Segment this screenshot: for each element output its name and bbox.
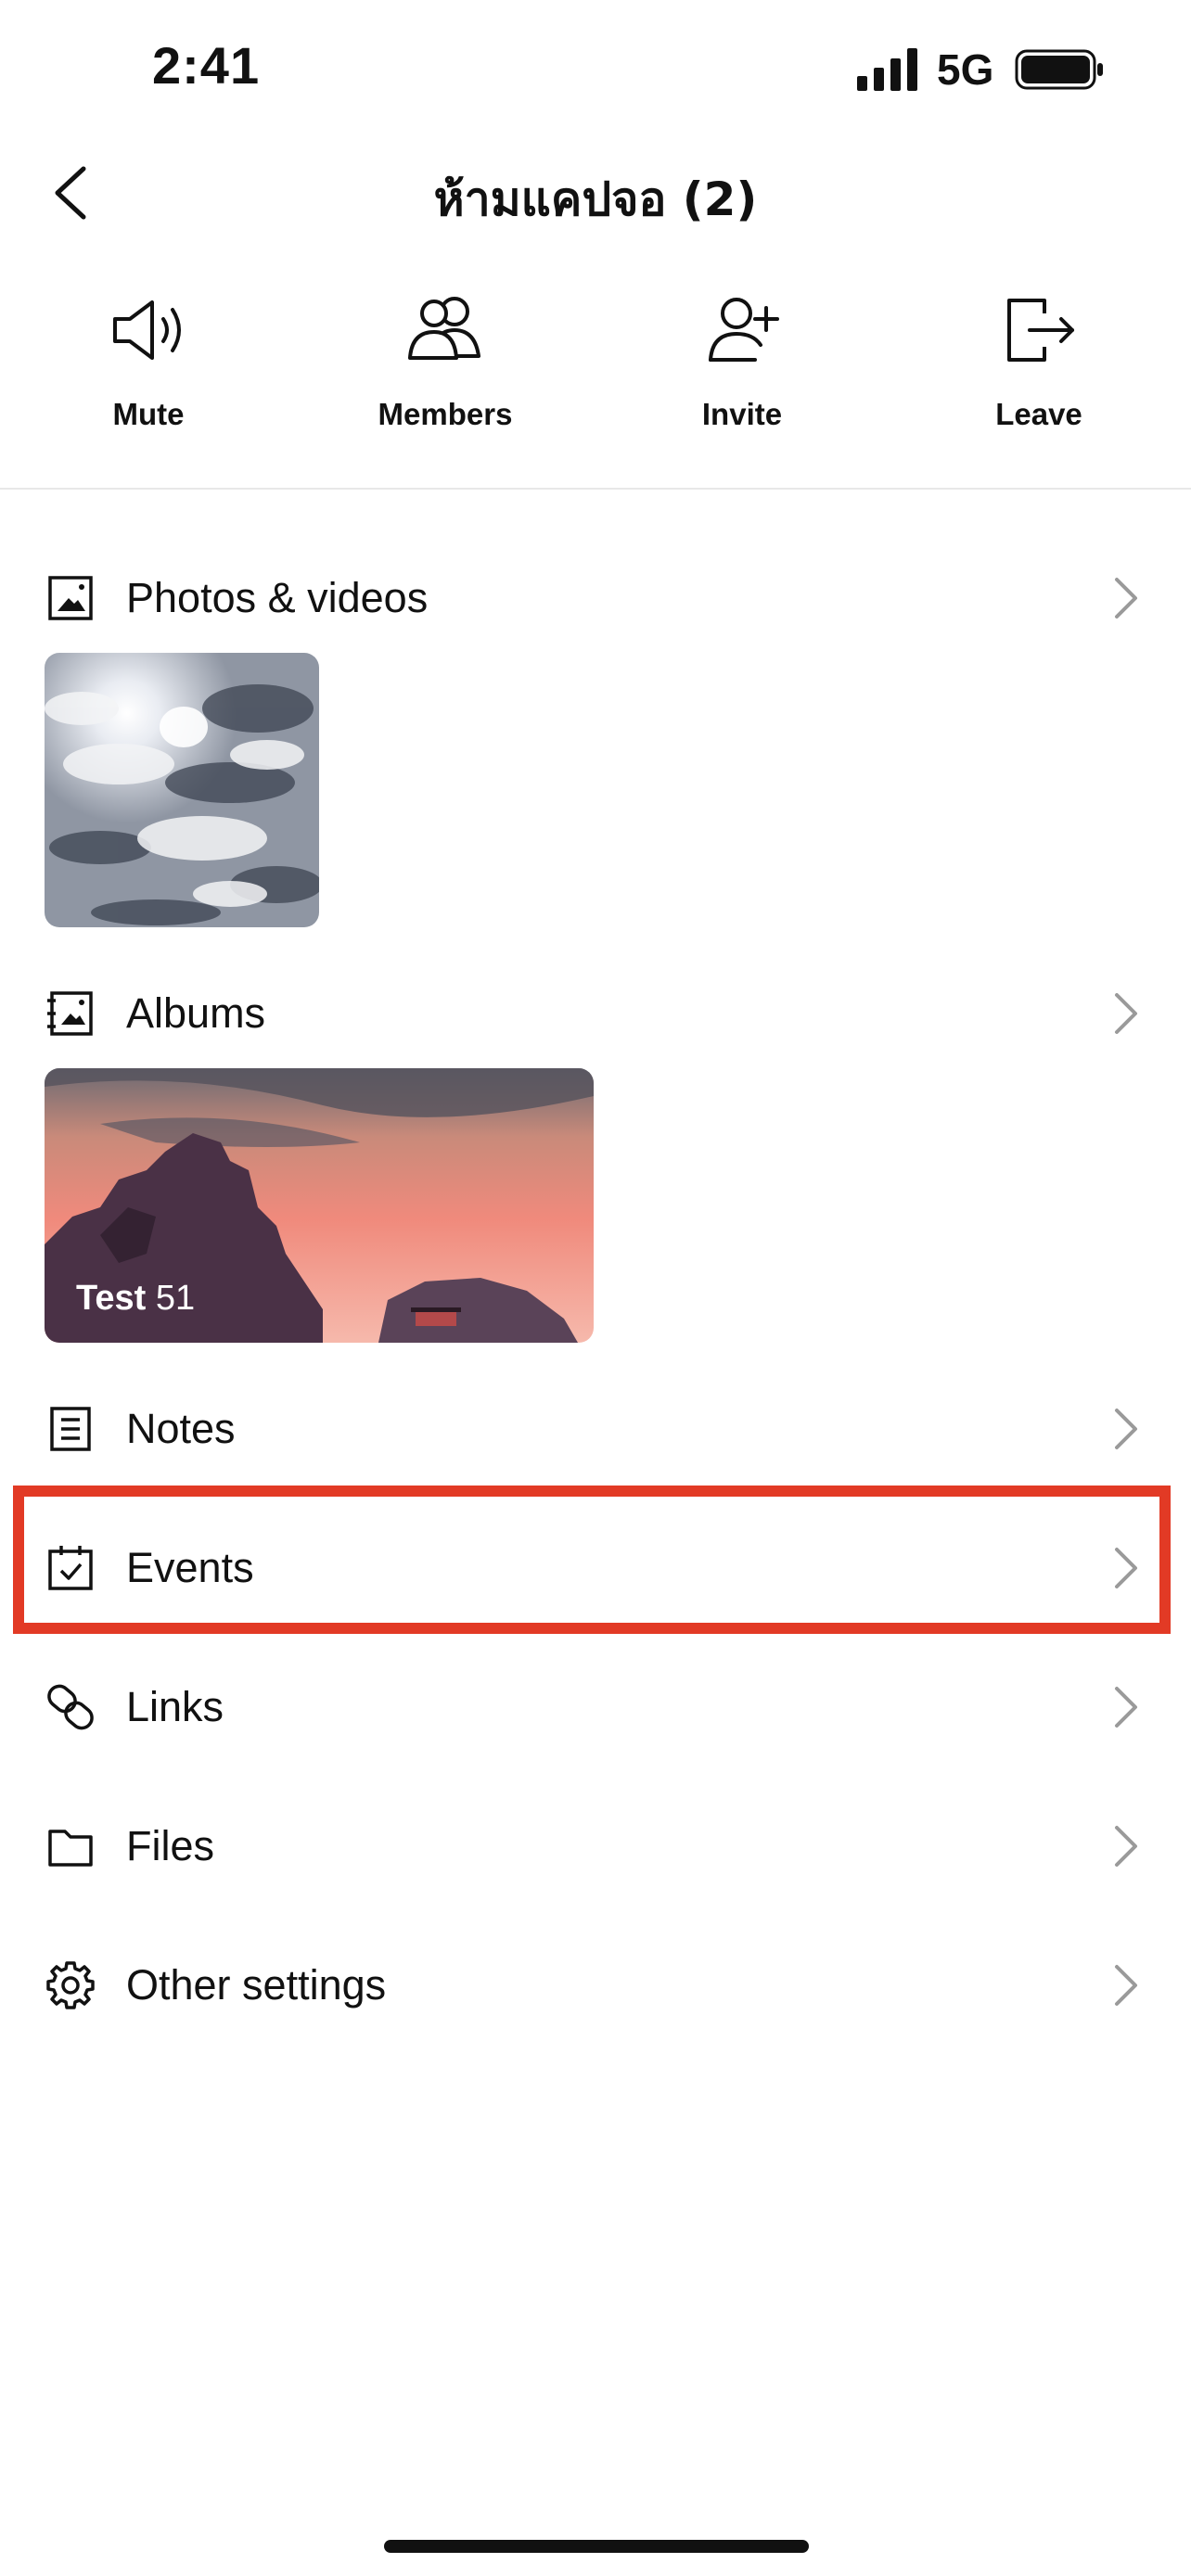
photos-videos-label: Photos & videos xyxy=(126,574,429,621)
album-count: 51 xyxy=(155,1279,196,1318)
leave-icon xyxy=(1007,299,1074,362)
note-icon xyxy=(50,1407,91,1451)
links-label: Links xyxy=(126,1683,224,1730)
signal-icon xyxy=(857,48,917,91)
members-label: Members xyxy=(378,397,513,431)
members-button[interactable]: Members xyxy=(297,287,594,432)
album-name: Test xyxy=(76,1279,147,1318)
album-caption: Test 51 xyxy=(76,1279,195,1319)
invite-button[interactable]: Invite xyxy=(594,287,890,432)
members-icon xyxy=(408,297,480,360)
albums-label: Albums xyxy=(126,989,266,1037)
files-label: Files xyxy=(126,1822,215,1869)
chevron-right-icon xyxy=(1115,578,1137,618)
network-label: 5G xyxy=(937,45,994,94)
albums-row[interactable]: Albums xyxy=(0,944,1191,1083)
cloud-sky-image xyxy=(45,653,319,927)
link-icon xyxy=(47,1684,94,1730)
other-settings-label: Other settings xyxy=(126,1961,387,2009)
notes-row[interactable]: Notes xyxy=(0,1359,1191,1498)
photos-videos-row[interactable]: Photos & videos xyxy=(0,529,1191,668)
chevron-right-icon xyxy=(1115,993,1137,1034)
add-person-icon xyxy=(709,298,779,362)
header-divider xyxy=(0,488,1191,490)
leave-label: Leave xyxy=(995,397,1082,431)
notes-label: Notes xyxy=(126,1405,236,1452)
page-title: ห้ามแคปจอ (2) xyxy=(433,172,758,226)
chevron-right-icon xyxy=(1115,1687,1137,1728)
chevron-right-icon xyxy=(1115,1409,1137,1449)
chevron-right-icon xyxy=(1115,1826,1137,1867)
other-settings-row[interactable]: Other settings xyxy=(0,1916,1191,2055)
chevron-right-icon xyxy=(1115,1965,1137,2006)
battery-icon xyxy=(1015,49,1103,90)
photo-thumbnail[interactable] xyxy=(45,653,319,927)
invite-label: Invite xyxy=(701,397,783,431)
gear-icon xyxy=(46,1961,95,2009)
status-time: 2:41 xyxy=(152,36,261,95)
home-indicator[interactable] xyxy=(384,2540,809,2553)
photo-icon xyxy=(48,576,93,620)
mute-button[interactable]: Mute xyxy=(0,287,297,432)
folder-icon xyxy=(48,1830,93,1867)
files-row[interactable]: Files xyxy=(0,1777,1191,1916)
speaker-icon xyxy=(113,300,181,360)
links-row[interactable]: Links xyxy=(0,1638,1191,1777)
album-icon xyxy=(47,991,93,1036)
album-thumbnail[interactable]: Test 51 xyxy=(45,1068,594,1343)
events-highlight-box xyxy=(13,1486,1171,1634)
mute-label: Mute xyxy=(112,397,185,431)
leave-button[interactable]: Leave xyxy=(890,287,1187,432)
